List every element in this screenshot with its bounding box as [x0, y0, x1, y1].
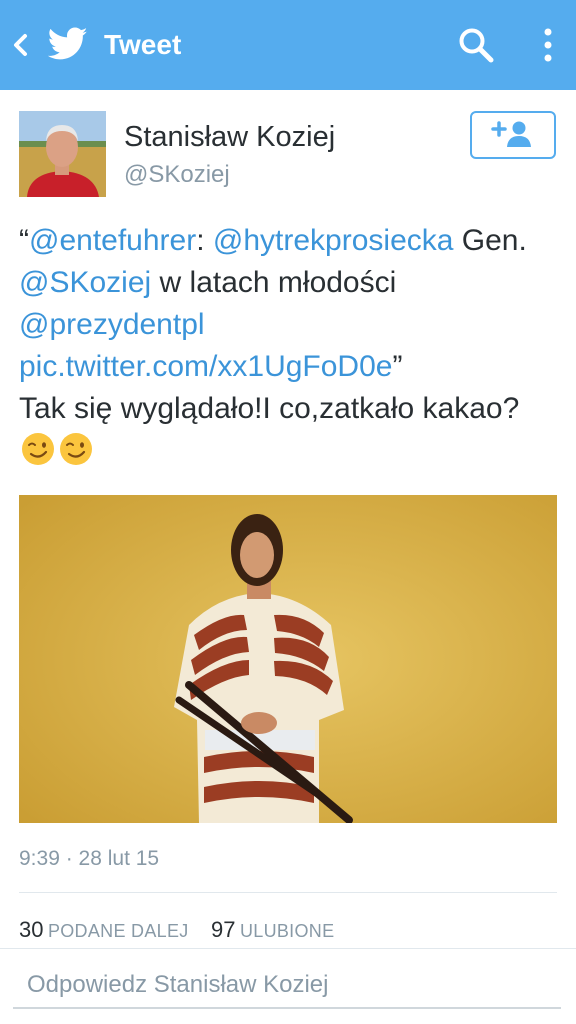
follow-button[interactable]: [470, 111, 556, 159]
more-vert-icon[interactable]: [536, 26, 560, 66]
text-latach: w latach młodości: [151, 266, 397, 299]
divider: [19, 892, 557, 893]
winking-face-emoji: [22, 433, 54, 465]
retweets-label[interactable]: PODANE DALEJ: [48, 921, 189, 941]
text-separator: :: [196, 224, 213, 257]
retweets-count[interactable]: 30: [19, 917, 43, 942]
back-icon[interactable]: [8, 30, 32, 60]
tweet-comment: Tak się wyglądało!I co,zatkało kakao?: [19, 392, 520, 425]
favorites-count[interactable]: 97: [211, 917, 235, 942]
tweet-timestamp: 9:39 · 28 lut 15: [19, 847, 160, 870]
favorites-label[interactable]: ULUBIONE: [240, 921, 334, 941]
mention-skoziej[interactable]: @SKoziej: [19, 266, 151, 299]
search-icon[interactable]: [457, 26, 495, 64]
add-user-icon: [491, 121, 531, 147]
avatar[interactable]: [19, 111, 106, 197]
twitter-bird-icon: [48, 27, 88, 60]
author-handle[interactable]: @SKoziej: [124, 160, 230, 190]
reply-input[interactable]: Odpowiedz Stanisław Koziej: [13, 961, 561, 1009]
quote-open: “: [19, 224, 29, 257]
tweet-text: “@entefuhrer: @hytrekprosiecka Gen. @SKo…: [19, 220, 559, 472]
mention-prezydentpl[interactable]: @prezydentpl: [19, 308, 205, 341]
quote-close: ”: [392, 350, 403, 383]
page-title: Tweet: [104, 29, 182, 60]
text-gen: Gen.: [453, 224, 527, 257]
mention-hytrekprosiecka[interactable]: @hytrekprosiecka: [213, 224, 454, 257]
top-bar: Tweet: [0, 0, 576, 90]
tweet-photo[interactable]: [19, 495, 557, 823]
winking-face-emoji: [60, 433, 92, 465]
divider: [0, 948, 576, 949]
media-link[interactable]: pic.twitter.com/xx1UgFoD0e: [19, 350, 392, 383]
tweet-stats: 30 PODANE DALEJ 97 ULUBIONE: [19, 915, 352, 948]
mention-entefuhrer[interactable]: @entefuhrer: [29, 224, 196, 257]
author-name[interactable]: Stanisław Koziej: [124, 120, 335, 154]
